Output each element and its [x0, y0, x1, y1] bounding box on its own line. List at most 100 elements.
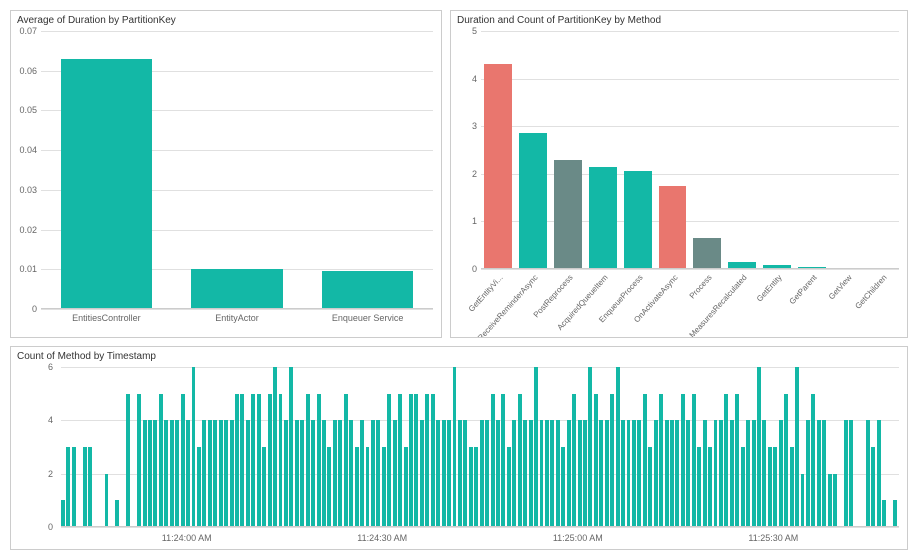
bar-getentityvi-[interactable]: [484, 64, 512, 269]
timeline-bar[interactable]: [414, 394, 418, 527]
timeline-bar[interactable]: [137, 394, 141, 527]
timeline-bar[interactable]: [159, 394, 163, 527]
timeline-bar[interactable]: [246, 420, 250, 527]
timeline-bar[interactable]: [453, 367, 457, 527]
timeline-bar[interactable]: [349, 420, 353, 527]
timeline-bar[interactable]: [599, 420, 603, 527]
timeline-bar[interactable]: [757, 367, 761, 527]
timeline-bar[interactable]: [637, 420, 641, 527]
timeline-bar[interactable]: [153, 420, 157, 527]
timeline-bar[interactable]: [578, 420, 582, 527]
timeline-bar[interactable]: [762, 420, 766, 527]
timeline-bar[interactable]: [795, 367, 799, 527]
timeline-bar[interactable]: [257, 394, 261, 527]
timeline-bar[interactable]: [393, 420, 397, 527]
timeline-bar[interactable]: [801, 474, 805, 527]
timeline-bar[interactable]: [251, 394, 255, 527]
timeline-bar[interactable]: [170, 420, 174, 527]
timeline-bar[interactable]: [768, 447, 772, 527]
timeline-bar[interactable]: [322, 420, 326, 527]
timeline-bar[interactable]: [866, 420, 870, 527]
timeline-bar[interactable]: [88, 447, 92, 527]
timeline-bar[interactable]: [295, 420, 299, 527]
timeline-bar[interactable]: [213, 420, 217, 527]
timeline-bar[interactable]: [317, 394, 321, 527]
timeline-bar[interactable]: [240, 394, 244, 527]
timeline-bar[interactable]: [746, 420, 750, 527]
timeline-bar[interactable]: [752, 420, 756, 527]
timeline-bar[interactable]: [567, 420, 571, 527]
timeline-bar[interactable]: [387, 394, 391, 527]
timeline-bar[interactable]: [186, 420, 190, 527]
timeline-bar[interactable]: [344, 394, 348, 527]
timeline-bar[interactable]: [507, 447, 511, 527]
timeline-bar[interactable]: [192, 367, 196, 527]
timeline-bar[interactable]: [126, 394, 130, 527]
timeline-bar[interactable]: [458, 420, 462, 527]
timeline-bar[interactable]: [556, 420, 560, 527]
timeline-bar[interactable]: [376, 420, 380, 527]
bar-receivereminderasync[interactable]: [519, 133, 547, 269]
timeline-bar[interactable]: [371, 420, 375, 527]
timeline-bar[interactable]: [882, 500, 886, 527]
timeline-bar[interactable]: [665, 420, 669, 527]
timeline-bar[interactable]: [327, 447, 331, 527]
timeline-bar[interactable]: [474, 447, 478, 527]
timeline-bar[interactable]: [621, 420, 625, 527]
timeline-bar[interactable]: [409, 394, 413, 527]
timeline-bar[interactable]: [425, 394, 429, 527]
timeline-bar[interactable]: [366, 447, 370, 527]
timeline-bar[interactable]: [284, 420, 288, 527]
timeline-bar[interactable]: [741, 447, 745, 527]
timeline-bar[interactable]: [561, 447, 565, 527]
timeline-bar[interactable]: [306, 394, 310, 527]
timeline-bar[interactable]: [202, 420, 206, 527]
timeline-bar[interactable]: [583, 420, 587, 527]
timeline-bar[interactable]: [610, 394, 614, 527]
timeline-bar[interactable]: [697, 447, 701, 527]
timeline-bar[interactable]: [355, 447, 359, 527]
timeline-bar[interactable]: [143, 420, 147, 527]
timeline-bar[interactable]: [164, 420, 168, 527]
timeline-bar[interactable]: [714, 420, 718, 527]
timeline-bar[interactable]: [773, 447, 777, 527]
timeline-bar[interactable]: [197, 447, 201, 527]
timeline-bar[interactable]: [893, 500, 897, 527]
timeline-bar[interactable]: [605, 420, 609, 527]
timeline-bar[interactable]: [784, 394, 788, 527]
timeline-bar[interactable]: [616, 367, 620, 527]
timeline-bar[interactable]: [654, 420, 658, 527]
timeline-bar[interactable]: [235, 394, 239, 527]
timeline-bar[interactable]: [779, 420, 783, 527]
timeline-bar[interactable]: [817, 420, 821, 527]
timeline-bar[interactable]: [627, 420, 631, 527]
timeline-bar[interactable]: [501, 394, 505, 527]
timeline-bar[interactable]: [382, 447, 386, 527]
timeline-bar[interactable]: [289, 367, 293, 527]
timeline-bar[interactable]: [105, 474, 109, 527]
timeline-bar[interactable]: [83, 447, 87, 527]
timeline-bar[interactable]: [523, 420, 527, 527]
timeline-bar[interactable]: [491, 394, 495, 527]
timeline-bar[interactable]: [730, 420, 734, 527]
timeline-bar[interactable]: [431, 394, 435, 527]
bar-postreprocess[interactable]: [554, 160, 582, 269]
timeline-bar[interactable]: [436, 420, 440, 527]
timeline-bar[interactable]: [333, 420, 337, 527]
timeline-bar[interactable]: [480, 420, 484, 527]
timeline-bar[interactable]: [224, 420, 228, 527]
timeline-bar[interactable]: [66, 447, 70, 527]
timeline-bar[interactable]: [724, 394, 728, 527]
timeline-bar[interactable]: [643, 394, 647, 527]
timeline-bar[interactable]: [496, 420, 500, 527]
timeline-bar[interactable]: [485, 420, 489, 527]
timeline-bar[interactable]: [398, 394, 402, 527]
timeline-bar[interactable]: [877, 420, 881, 527]
timeline-bar[interactable]: [512, 420, 516, 527]
timeline-bar[interactable]: [175, 420, 179, 527]
bar-enqueueprocess[interactable]: [624, 171, 652, 269]
timeline-bar[interactable]: [686, 420, 690, 527]
timeline-bar[interactable]: [268, 394, 272, 527]
timeline-bar[interactable]: [692, 394, 696, 527]
bar-entityactor[interactable]: [191, 269, 282, 309]
